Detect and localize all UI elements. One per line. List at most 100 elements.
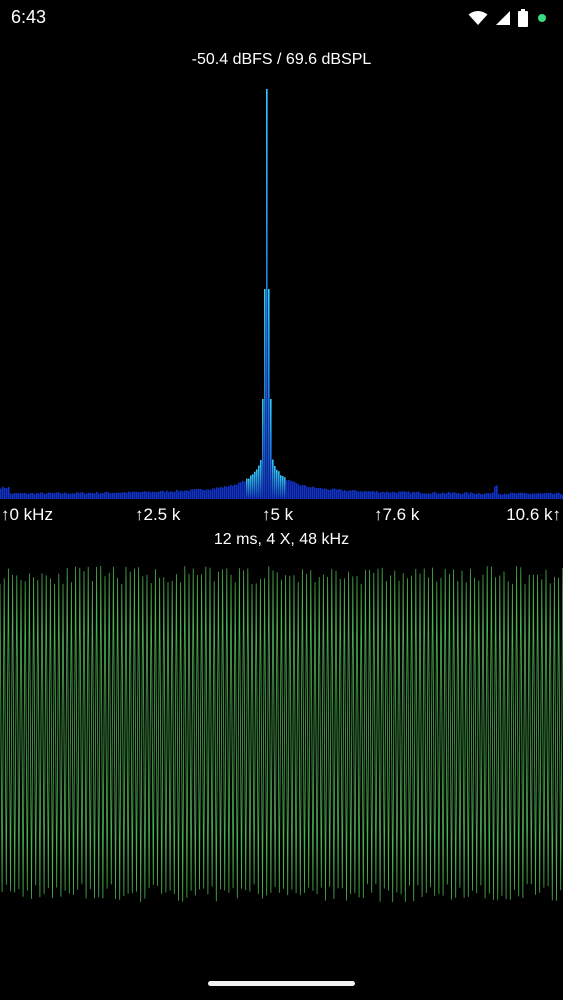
spectrum-bar: [86, 493, 88, 499]
spectrum-bar: [484, 493, 486, 499]
spectrum-bar: [80, 492, 82, 499]
spectrum-bar: [264, 289, 266, 499]
spectrum-bar: [294, 482, 296, 499]
freq-label-2: ↑5 k: [262, 505, 294, 524]
spectrum-bar: [300, 485, 302, 499]
spectrum-bar: [352, 490, 354, 499]
spectrum-bar: [400, 491, 402, 499]
spectrum-bar: [184, 490, 186, 499]
spectrum-bar: [482, 494, 484, 499]
spectrum-bar: [282, 476, 284, 499]
spectrum-bar: [162, 490, 164, 499]
spectrum-plot[interactable]: [0, 80, 563, 504]
spectrum-bar: [62, 493, 64, 499]
spectrum-bar: [368, 491, 370, 499]
spectrum-bar: [82, 492, 84, 499]
spectrum-bar: [112, 492, 114, 499]
spectrum-bar: [12, 493, 14, 499]
spectrum-bar: [488, 493, 490, 499]
spectrum-bar: [292, 481, 294, 499]
spectrum-bar: [166, 490, 168, 499]
spectrum-bar: [102, 493, 104, 499]
spectrum-bar: [232, 485, 234, 499]
spectrum-bar: [120, 492, 122, 499]
spectrum-bar: [114, 492, 116, 499]
spectrum-bar: [428, 493, 430, 499]
spectrum-bar: [504, 493, 506, 499]
level-readout: -50.4 dBFS / 69.6 dBSPL: [191, 51, 372, 68]
spectrum-bar: [338, 489, 340, 499]
spectrum-bar: [18, 493, 20, 499]
spectrum-bar: [366, 491, 368, 499]
battery-icon: [518, 9, 528, 27]
spectrum-bar: [322, 488, 324, 499]
spectrum-bar: [128, 491, 130, 499]
spectrum-bar: [44, 494, 46, 499]
spectrum-bar: [158, 491, 160, 499]
spectrum-bar: [240, 482, 242, 499]
freq-label-4: 10.6 k↑: [506, 505, 561, 524]
spectrum-bar: [262, 399, 264, 499]
spectrum-bar: [202, 489, 204, 499]
spectrum-bar: [208, 489, 210, 499]
spectrum-bar: [468, 493, 470, 499]
spectrum-bar: [320, 487, 322, 499]
spectrum-bar: [444, 493, 446, 499]
spectrum-bar: [74, 493, 76, 499]
spectrum-bar: [316, 488, 318, 499]
spectrum-bar: [46, 493, 48, 499]
spectrum-bar: [546, 492, 548, 499]
spectrum-bar: [272, 459, 274, 499]
spectrum-bar: [302, 485, 304, 499]
spectrum-bar: [502, 494, 504, 499]
spectrum-bar: [470, 492, 472, 499]
spectrum-bar: [218, 487, 220, 499]
spectrum-bar: [90, 492, 92, 499]
spectrum-bar: [190, 489, 192, 499]
spectrum-bar: [402, 491, 404, 499]
spectrum-bar: [456, 493, 458, 499]
waveform-plot[interactable]: [0, 560, 563, 908]
spectrum-bar: [110, 493, 112, 499]
spectrum-bar: [244, 481, 246, 499]
spectrum-bar: [134, 491, 136, 499]
spectrum-bar: [104, 492, 106, 499]
spectrum-bar: [436, 493, 438, 499]
spectrum-bar: [64, 492, 66, 499]
spectrum-bar: [248, 478, 250, 499]
spectrum-bar: [380, 492, 382, 499]
spectrum-bar: [254, 471, 256, 499]
spectrum-bar: [422, 493, 424, 499]
spectrum-bar: [78, 492, 80, 499]
spectrum-bar: [496, 485, 498, 499]
spectrum-bar: [396, 492, 398, 499]
spectrum-bar: [42, 492, 44, 499]
spectrum-bar: [26, 493, 28, 499]
spectrum-bar: [286, 480, 288, 499]
spectrum-bar: [450, 493, 452, 499]
spectrum-bar: [16, 492, 18, 499]
spectrum-bar: [58, 492, 60, 499]
spectrum-bar: [518, 492, 520, 499]
spectrum-bar: [528, 493, 530, 499]
spectrum-bar: [298, 484, 300, 499]
spectrum-bar: [194, 489, 196, 499]
spectrum-bar: [440, 493, 442, 499]
privacy-indicator-dot: [538, 14, 546, 22]
spectrum-bar: [186, 490, 188, 499]
home-indicator[interactable]: [208, 981, 355, 986]
status-time: 6:43: [11, 7, 47, 27]
spectrum-bar: [472, 493, 474, 499]
spectrum-bar: [306, 486, 308, 499]
spectrum-bar: [362, 491, 364, 499]
spectrum-bar: [392, 491, 394, 499]
spectrum-bar: [284, 477, 286, 499]
spectrum-bar: [318, 487, 320, 499]
spectrum-bar: [340, 489, 342, 499]
spectrum-bar: [66, 493, 68, 499]
spectrum-bar: [390, 492, 392, 499]
spectrum-bar: [460, 493, 462, 499]
spectrum-bar: [230, 484, 232, 499]
spectrum-bar: [538, 493, 540, 499]
spectrum-bar: [308, 487, 310, 499]
